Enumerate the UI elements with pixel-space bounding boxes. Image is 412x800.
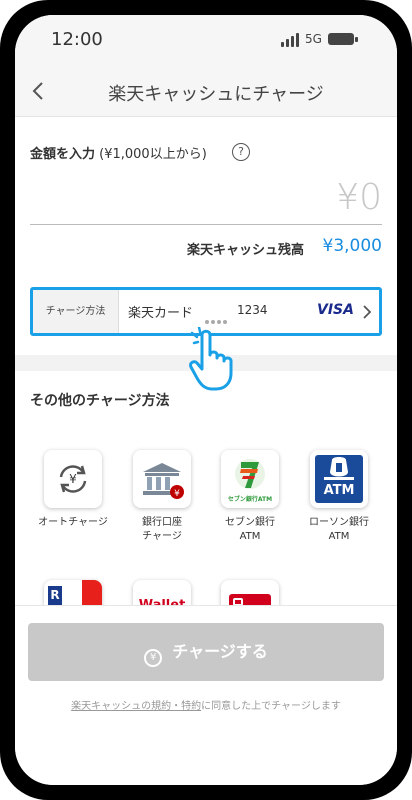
- pointer-hand-icon: [188, 325, 244, 393]
- chevron-right-icon: [360, 302, 374, 322]
- seven-bank-logo-text: セブン銀行ATM: [227, 496, 273, 503]
- option-label: セブン銀行 ATM: [225, 517, 275, 542]
- card-name: 楽天カード: [128, 306, 194, 321]
- auto-charge-icon: ¥: [44, 450, 102, 508]
- terms-text: 楽天キャッシュの規約・特約に同意した上でチャージします: [15, 697, 397, 712]
- charge-method-label: チャージ方法: [33, 290, 119, 333]
- option-seven-bank-atm[interactable]: セブン銀行ATM セブン銀行 ATM: [209, 450, 291, 544]
- terms-link[interactable]: 楽天キャッシュの規約・特約: [71, 701, 201, 712]
- screen: 12:00 5G 楽天キャッシュにチャージ 金額を入力 (¥1,000以上から)…: [15, 15, 397, 785]
- phone-frame: 12:00 5G 楽天キャッシュにチャージ 金額を入力 (¥1,000以上から)…: [0, 0, 412, 800]
- visa-logo: VISA: [317, 302, 354, 318]
- svg-text:¥: ¥: [174, 489, 180, 499]
- terms-rest: に同意した上でチャージします: [201, 701, 341, 712]
- option-label: 銀行口座 チャージ: [142, 517, 182, 542]
- lawson-logo-text: ATM: [323, 483, 355, 498]
- svg-text:¥: ¥: [69, 472, 77, 486]
- question-circle-icon[interactable]: ?: [232, 143, 250, 161]
- status-time: 12:00: [51, 29, 103, 50]
- bottom-panel: ¥ チャージする 楽天キャッシュの規約・特約に同意した上でチャージします: [15, 605, 397, 785]
- charge-button[interactable]: ¥ チャージする: [28, 623, 384, 681]
- amount-underline: [30, 224, 382, 225]
- option-label: オートチャージ: [38, 517, 108, 528]
- seven-bank-icon: セブン銀行ATM: [221, 450, 279, 508]
- charge-button-label: チャージする: [172, 642, 268, 661]
- option-auto-charge[interactable]: ¥ オートチャージ: [32, 450, 114, 530]
- page-title: 楽天キャッシュにチャージ: [108, 84, 324, 105]
- other-methods-title: その他のチャージ方法: [30, 393, 170, 409]
- card-last4: 1234: [237, 303, 268, 317]
- signal-icon: [281, 31, 301, 47]
- app-header: 楽天キャッシュにチャージ: [15, 65, 397, 117]
- amount-label-main: 金額を入力: [30, 147, 96, 162]
- yen-coin-icon: ¥: [144, 649, 163, 667]
- bank-icon: ¥: [133, 450, 191, 508]
- network-label: 5G: [305, 32, 322, 46]
- status-bar: 12:00 5G: [15, 15, 397, 65]
- option-label: ローソン銀行 ATM: [309, 517, 369, 542]
- amount-input[interactable]: ¥0: [336, 177, 382, 218]
- option-lawson-bank-atm[interactable]: ATM ローソン銀行 ATM: [298, 450, 380, 544]
- lawson-bank-icon: ATM: [310, 450, 368, 508]
- battery-icon: [328, 33, 358, 45]
- balance-label: 楽天キャッシュ残高: [187, 243, 305, 258]
- option-bank-account[interactable]: ¥ 銀行口座 チャージ: [121, 450, 203, 544]
- amount-label: 金額を入力 (¥1,000以上から): [30, 143, 207, 162]
- amount-label-note: (¥1,000以上から): [95, 147, 207, 162]
- balance-value: ¥3,000: [322, 236, 382, 256]
- masked-digits: [205, 309, 231, 324]
